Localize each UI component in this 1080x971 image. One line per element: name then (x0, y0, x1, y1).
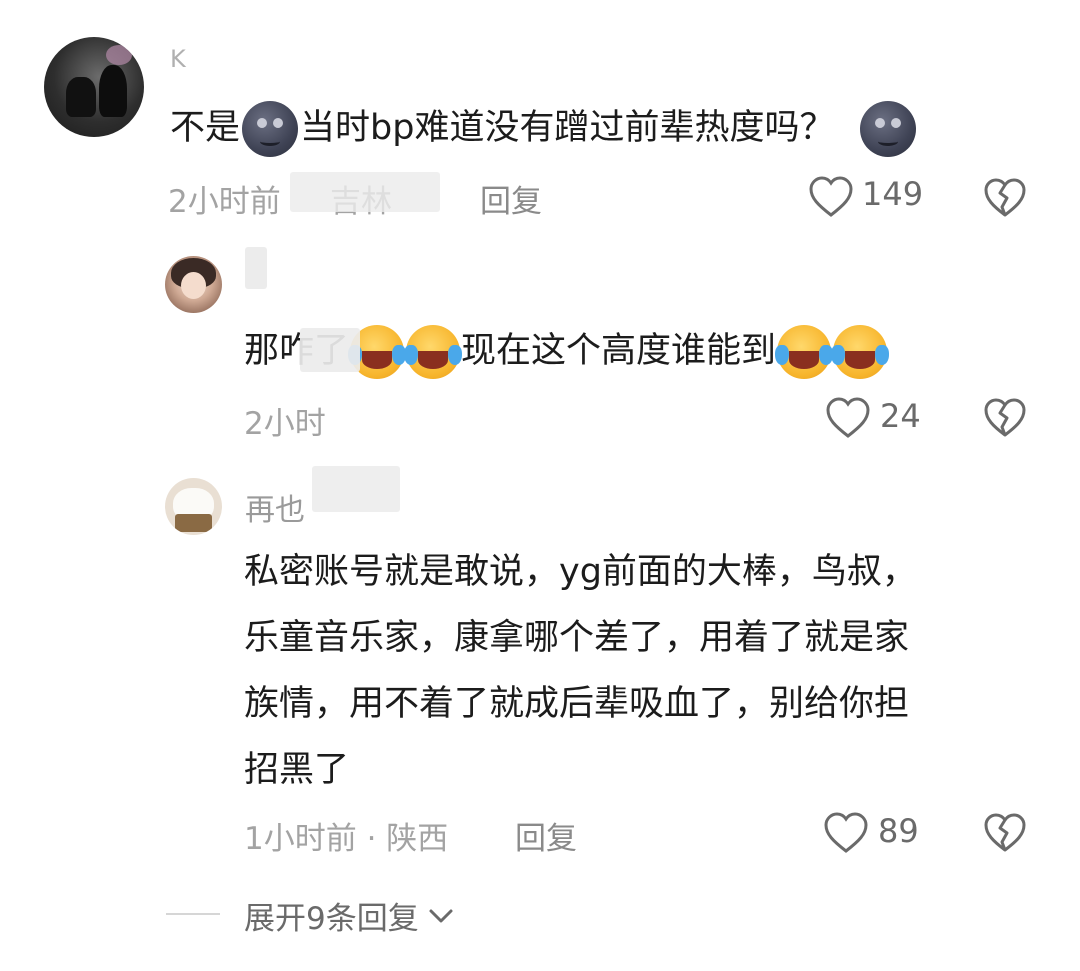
reply-button[interactable]: 回复 (515, 813, 577, 858)
rolling-on-floor-laughing-emoji (775, 325, 834, 379)
comment-text-part-2: 当时bp难道没有蹭过前辈热度吗？ (300, 108, 835, 148)
heart-icon (824, 812, 868, 853)
user-avatar[interactable] (165, 256, 222, 313)
like-count: 24 (880, 397, 921, 435)
user-avatar[interactable] (44, 37, 144, 137)
expand-replies-label[interactable]: 展开9条回复 (244, 893, 419, 938)
new-moon-face-emoji (242, 101, 299, 157)
divider (166, 913, 220, 915)
heart-icon (826, 397, 870, 438)
broken-heart-icon (984, 178, 1026, 217)
user-avatar[interactable] (165, 478, 222, 535)
blurred-name (312, 466, 400, 512)
reply-text-line: 私密账号就是敢说，yg前面的大棒，鸟叔， (244, 552, 917, 592)
replier-name[interactable]: 再也 (245, 485, 305, 529)
reply-text-line: 族情，用不着了就成后辈吸血了，别给你担 (244, 684, 910, 724)
dislike-button[interactable] (983, 397, 1027, 439)
like-button[interactable] (808, 175, 854, 219)
like-count: 89 (878, 812, 919, 850)
heart-icon (809, 176, 853, 217)
reply-button[interactable]: 回复 (480, 176, 542, 221)
rolling-on-floor-laughing-emoji (831, 325, 890, 379)
like-count: 149 (862, 175, 924, 213)
like-button[interactable] (823, 811, 869, 855)
chevron-down-icon (429, 909, 453, 922)
dislike-button[interactable] (983, 812, 1027, 854)
like-button[interactable] (825, 396, 871, 440)
comment-time: 2小时前 (168, 184, 281, 220)
reply-time: 2小时 (244, 406, 326, 442)
rolling-on-floor-laughing-emoji (404, 325, 463, 379)
reply-text-line: 乐童音乐家，康拿哪个差了，用着了就是家 (244, 618, 910, 658)
reply-text: 私密账号就是敢说，yg前面的大棒，鸟叔， 乐童音乐家，康拿哪个差了，用着了就是家… (244, 539, 1044, 803)
comment-text: 不是 当时bp难道没有蹭过前辈热度吗？ (170, 95, 918, 161)
expand-replies-button[interactable]: 展开9条回复 (244, 893, 455, 938)
reply-text-part-2: 现在这个高度谁能到 (461, 331, 777, 371)
broken-heart-icon (984, 813, 1026, 852)
comment-text-part-1: 不是 (170, 108, 241, 148)
reply-time-location: 1小时前 · 陕西 (244, 821, 449, 857)
reply-text-line: 招黑了 (244, 750, 350, 790)
new-moon-face-emoji (860, 101, 917, 157)
blurred-name (245, 247, 267, 289)
broken-heart-icon (984, 398, 1026, 437)
dislike-button[interactable] (983, 177, 1027, 219)
blurred-region (290, 172, 440, 212)
blurred-region (300, 328, 360, 372)
commenter-name[interactable]: K (170, 45, 186, 73)
